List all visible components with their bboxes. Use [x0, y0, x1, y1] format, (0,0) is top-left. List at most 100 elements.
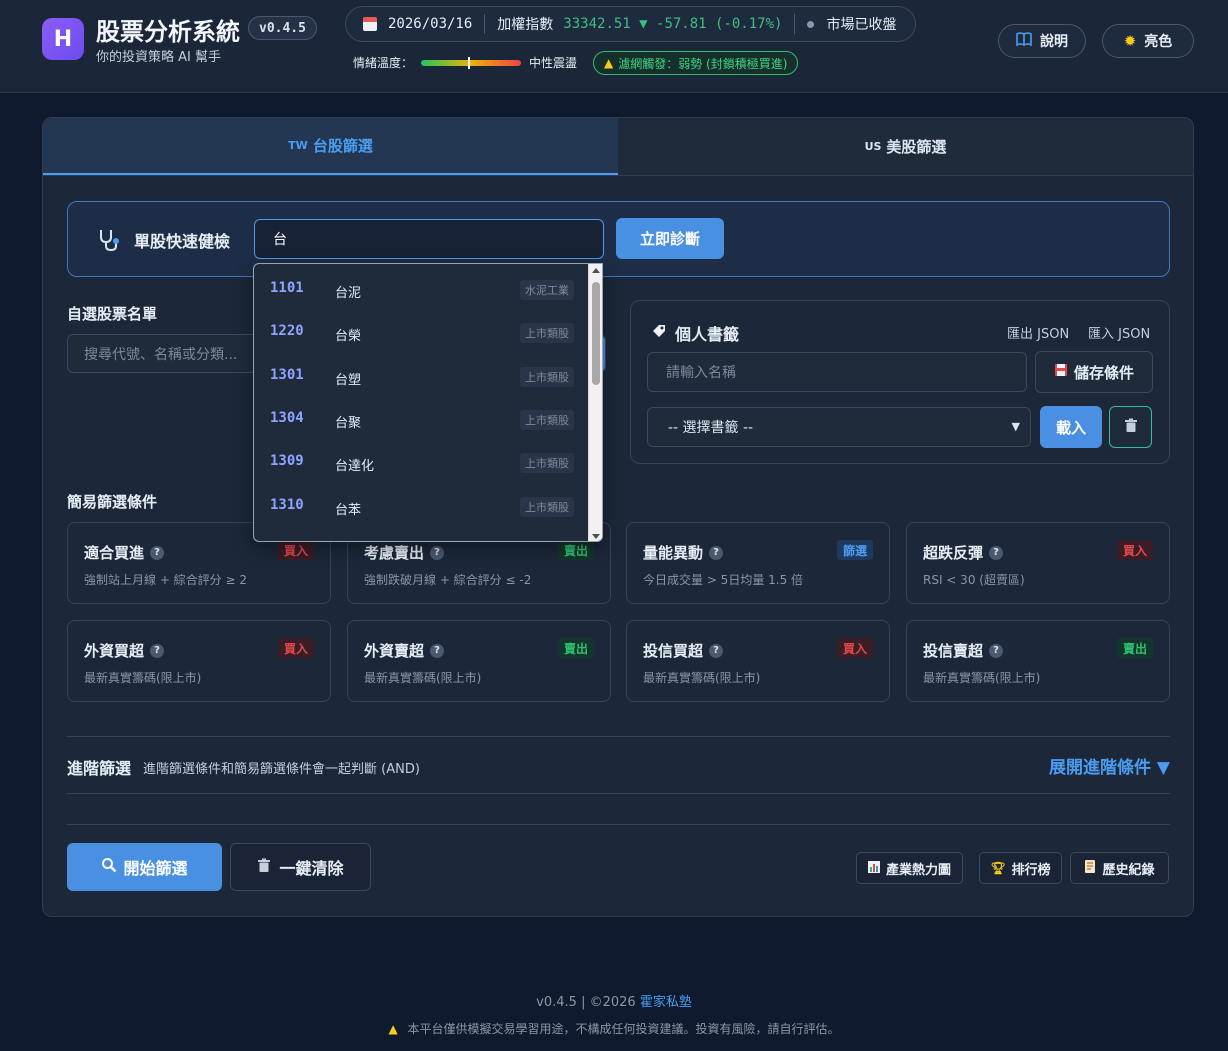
watchlist-title: 自選股票名單	[67, 305, 158, 323]
ranking-label: 排行榜	[1011, 862, 1051, 878]
export-json-link[interactable]: 匯出 JSON	[1007, 323, 1069, 342]
autocomplete-item[interactable]: 1309 台達化 上市類股	[254, 440, 590, 483]
import-json-link[interactable]: 匯入 JSON	[1088, 323, 1150, 342]
autocomplete-list: 1101 台泥 水泥工業 1220 台榮 上市類股 1301 台塑 上市類股 1304 台聚 上市類股…	[254, 264, 590, 541]
stock-name: 台聚	[335, 415, 362, 431]
advanced-title: 進階篩選	[67, 759, 132, 778]
help-icon[interactable]: ?	[709, 643, 724, 658]
filter-card-tag: 買入	[1116, 540, 1153, 560]
filter-card-title-text: 投信賣超	[923, 642, 984, 660]
filter-card[interactable]: 投信賣超? 最新真實籌碼(限上市) 賣出	[906, 620, 1170, 702]
filter-card[interactable]: 量能異動? 今日成交量 > 5日均量 1.5 倍 篩選	[626, 522, 890, 604]
autocomplete-item[interactable]: 1220 台榮 上市類股	[254, 310, 590, 353]
filter-card-title-text: 外資買超	[84, 642, 145, 660]
filter-card-title: 投信買超?	[643, 640, 724, 661]
filter-card-desc: 強制跌破月線 + 綜合評分 ≤ -2	[364, 573, 532, 587]
stethoscope-icon	[96, 227, 122, 253]
filter-card-title: 超跌反彈?	[923, 542, 1004, 563]
filter-card-title-text: 量能異動	[643, 544, 704, 562]
help-button[interactable]: 說明	[998, 24, 1086, 58]
filter-card[interactable]: 外資買超? 最新真實籌碼(限上市) 買入	[67, 620, 331, 702]
filter-card-desc: 最新真實籌碼(限上市)	[643, 671, 761, 685]
chevron-down-icon: ▼	[1011, 420, 1020, 433]
save-bookmark-label: 儲存條件	[1073, 363, 1134, 382]
us-flag-icon: US	[864, 140, 882, 153]
save-bookmark-button[interactable]: 儲存條件	[1035, 351, 1153, 393]
bookmarks-panel: 個人書籤 匯出 JSON 匯入 JSON 請輸入名稱 儲存條件 -- 選擇書籤 …	[630, 300, 1170, 464]
clear-all-label: 一鍵清除	[279, 859, 344, 878]
filter-card[interactable]: 超跌反彈? RSI < 30 (超賣區) 買入	[906, 522, 1170, 604]
filter-card[interactable]: 投信買超? 最新真實籌碼(限上市) 買入	[626, 620, 890, 702]
scroll-down-arrow-icon[interactable]	[592, 534, 600, 539]
heatmap-button[interactable]: 產業熱力圖	[856, 852, 963, 884]
theme-toggle-button[interactable]: ✹ 亮色	[1102, 24, 1194, 58]
diagnose-button[interactable]: 立即診斷	[616, 218, 724, 259]
warning-icon: ▲	[604, 56, 614, 70]
simple-filters-title: 簡易篩選條件	[67, 493, 158, 511]
tab-us-stocks[interactable]: US 美股篩選	[618, 118, 1193, 175]
stock-name: 台達化	[335, 459, 375, 475]
main-panel: TW 台股篩選 US 美股篩選 單股快速健檢 台 立即診斷 自選股票名單 搜尋代…	[42, 117, 1194, 917]
filter-card[interactable]: 外資賣超? 最新真實籌碼(限上市) 賣出	[347, 620, 611, 702]
autocomplete-item[interactable]: 1310 台苯 上市類股	[254, 484, 590, 527]
sentiment-gauge: 情緒溫度： 中性震盪	[353, 54, 577, 71]
autocomplete-item[interactable]: 1101 台泥 水泥工業	[254, 267, 590, 310]
footer-brand-link[interactable]: 霍家私塾	[640, 995, 692, 1010]
start-filter-button[interactable]: 開始篩選	[67, 843, 222, 891]
help-icon[interactable]: ?	[430, 643, 445, 658]
filter-card-desc: 最新真實籌碼(限上市)	[84, 671, 202, 685]
footer-disclaimer: ▲ 本平台僅供模擬交易學習用途，不構成任何投資建議。投資有風險，請自行評估。	[0, 1020, 1228, 1037]
bookmark-name-input[interactable]: 請輸入名稱	[647, 352, 1027, 392]
filter-card-tag: 賣出	[557, 540, 594, 560]
help-icon[interactable]: ?	[709, 545, 724, 560]
stock-category-badge: 上市類股	[520, 323, 574, 344]
stock-code: 1309	[270, 453, 304, 470]
help-icon[interactable]: ?	[150, 545, 165, 560]
scroll-up-arrow-icon[interactable]	[592, 268, 600, 273]
filter-alert-badge: ▲ 濾網觸發：弱勢 (封鎖積極買進)	[593, 51, 799, 75]
warning-icon: ▲	[388, 1022, 398, 1036]
status-dot-icon	[807, 20, 815, 28]
history-button[interactable]: 歷史紀錄	[1070, 852, 1169, 884]
bookmark-select[interactable]: -- 選擇書籤 -- ▼	[647, 407, 1031, 447]
filter-card-desc: 最新真實籌碼(限上市)	[364, 671, 482, 685]
stock-code: 1101	[270, 280, 304, 296]
filter-card-title: 投信賣超?	[923, 640, 1004, 661]
dropdown-scrollbar[interactable]	[588, 264, 602, 541]
delete-bookmark-button[interactable]	[1109, 406, 1152, 448]
filter-card-desc: RSI < 30 (超賣區)	[923, 573, 1025, 587]
calendar-icon	[362, 16, 378, 32]
autocomplete-item[interactable]: 1304 台聚 上市類股	[254, 397, 590, 440]
quick-check-panel: 單股快速健檢 台 立即診斷	[67, 201, 1170, 277]
bookmarks-title-text: 個人書籤	[675, 325, 740, 344]
filter-card-desc: 最新真實籌碼(限上市)	[923, 671, 1041, 685]
ranking-button[interactable]: 🏆︎ 排行榜	[979, 852, 1062, 884]
tab-label: 台股篩選	[312, 137, 373, 155]
trash-icon	[1124, 418, 1138, 437]
scrollbar-thumb[interactable]	[592, 282, 600, 385]
sentiment-value: 中性震盪	[529, 56, 578, 70]
scroll-icon	[1084, 860, 1096, 876]
divider	[67, 824, 1170, 825]
filter-card-desc: 今日成交量 > 5日均量 1.5 倍	[643, 573, 804, 587]
start-filter-label: 開始篩選	[123, 859, 188, 878]
help-icon[interactable]: ?	[430, 545, 445, 560]
help-icon[interactable]: ?	[989, 643, 1004, 658]
load-bookmark-button[interactable]: 載入	[1040, 406, 1102, 448]
filter-card-tag: 篩選	[836, 540, 873, 560]
filter-card-tag: 買入	[836, 638, 873, 658]
clear-all-button[interactable]: 一鍵清除	[230, 843, 371, 891]
autocomplete-item[interactable]: 1301 台塑 上市類股	[254, 354, 590, 397]
tag-icon	[651, 323, 667, 343]
stock-code: 1301	[270, 366, 304, 383]
magnifier-icon	[101, 857, 117, 877]
sentiment-label: 情緒溫度：	[353, 56, 414, 70]
floppy-disk-icon	[1054, 363, 1068, 381]
quick-check-input[interactable]: 台	[254, 219, 604, 259]
tab-tw-stocks[interactable]: TW 台股篩選	[43, 118, 618, 175]
expand-advanced-button[interactable]: 展開進階條件 ▼	[1049, 753, 1170, 778]
trophy-icon: 🏆︎	[990, 861, 1006, 875]
help-icon[interactable]: ?	[150, 643, 165, 658]
help-icon[interactable]: ?	[989, 545, 1004, 560]
stock-name: 台塑	[335, 372, 362, 388]
